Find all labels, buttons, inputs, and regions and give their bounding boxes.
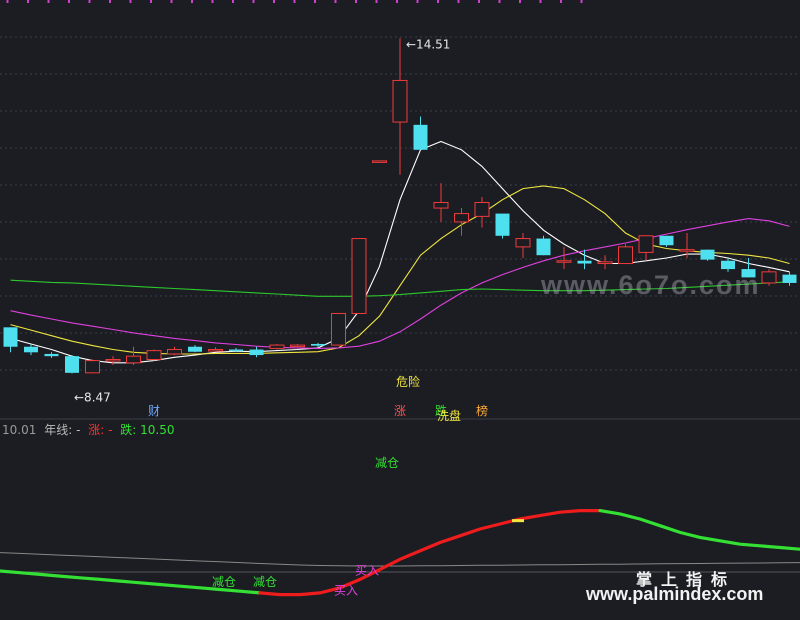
chart-canvas: ←14.51←8.47财涨跌榜危险洗盘减仓减仓 减仓买入买入	[0, 0, 800, 598]
candle-body-20	[413, 124, 428, 150]
candle-body-30	[618, 246, 633, 265]
candle-body-26	[536, 238, 551, 256]
candle-body-27	[556, 260, 572, 263]
indicator-annotation-3: 减仓	[212, 575, 236, 589]
candle-body-12	[249, 349, 264, 356]
candle-body-34	[700, 249, 715, 260]
watermark-bottom-url: www.palmindex.com	[586, 584, 764, 604]
indicator-label-2: 涨:	[88, 423, 105, 437]
indicator-annotation-4: 减仓	[253, 575, 277, 589]
indicator-annotation-2: 减仓	[375, 456, 399, 470]
watermark-top: www.6o7o.com	[541, 270, 761, 300]
indicator-label-3: 跌:	[120, 423, 137, 437]
candle-body-2	[44, 353, 59, 357]
candle-body-3	[65, 356, 79, 373]
candle-body-13	[269, 344, 285, 349]
low-price-label: ←8.47	[74, 390, 111, 404]
candle-body-22	[454, 213, 469, 223]
candle-body-0	[3, 327, 18, 347]
candle-body-7	[146, 350, 162, 361]
candle-body-32	[659, 235, 674, 246]
indicator-marker	[512, 519, 524, 523]
event-tag-3: 榜	[476, 403, 488, 418]
high-price-label: ←14.51	[406, 37, 450, 51]
indicator-segment-1	[258, 509, 602, 597]
indicator-annotation-0: 危险	[396, 374, 420, 389]
candle-body-4	[85, 360, 100, 374]
candle-body-8	[167, 349, 182, 355]
candle-body-14	[290, 344, 305, 348]
candle-body-10	[208, 349, 223, 352]
indicator-label-1: 年线:	[44, 423, 73, 437]
candle-body-37	[761, 271, 777, 284]
indicator-value-1: -	[76, 423, 81, 437]
candle-body-28	[577, 260, 592, 264]
event-tag-0: 财	[148, 404, 160, 418]
candle-body-35	[721, 260, 735, 270]
candle-body-6	[126, 355, 141, 364]
candle-body-21	[433, 202, 449, 209]
candle-body-18	[372, 160, 387, 163]
candle-body-1	[24, 346, 38, 353]
indicator-annotation-5: 买入	[355, 563, 379, 577]
event-tag-1: 涨	[394, 403, 406, 418]
candle-body-5	[105, 359, 121, 362]
indicator-annotation-1: 洗盘	[437, 408, 461, 423]
candle-body-33	[679, 249, 695, 252]
candle-body-9	[188, 346, 202, 352]
candle-body-11	[229, 349, 243, 352]
indicator-header: 10.01 年线: - 涨: - 跌: 10.50	[2, 421, 175, 438]
candle-body-19	[392, 79, 408, 123]
indicator-annotation-6: 买入	[334, 584, 358, 598]
candle-body-23	[474, 202, 490, 217]
candle-body-38	[782, 274, 797, 283]
candle-body-25	[515, 238, 531, 248]
candle-body-24	[495, 213, 510, 236]
indicator-value: 10.01	[2, 423, 37, 437]
indicator-segment-2	[598, 509, 800, 551]
candle-body-15	[311, 343, 325, 346]
candle-body-16	[331, 312, 346, 346]
indicator-value-2: -	[108, 423, 113, 437]
candle-body-31	[638, 235, 654, 253]
candle-body-29	[597, 261, 613, 265]
indicator-value-3: 10.50	[140, 423, 175, 437]
candle-body-17	[351, 238, 367, 314]
